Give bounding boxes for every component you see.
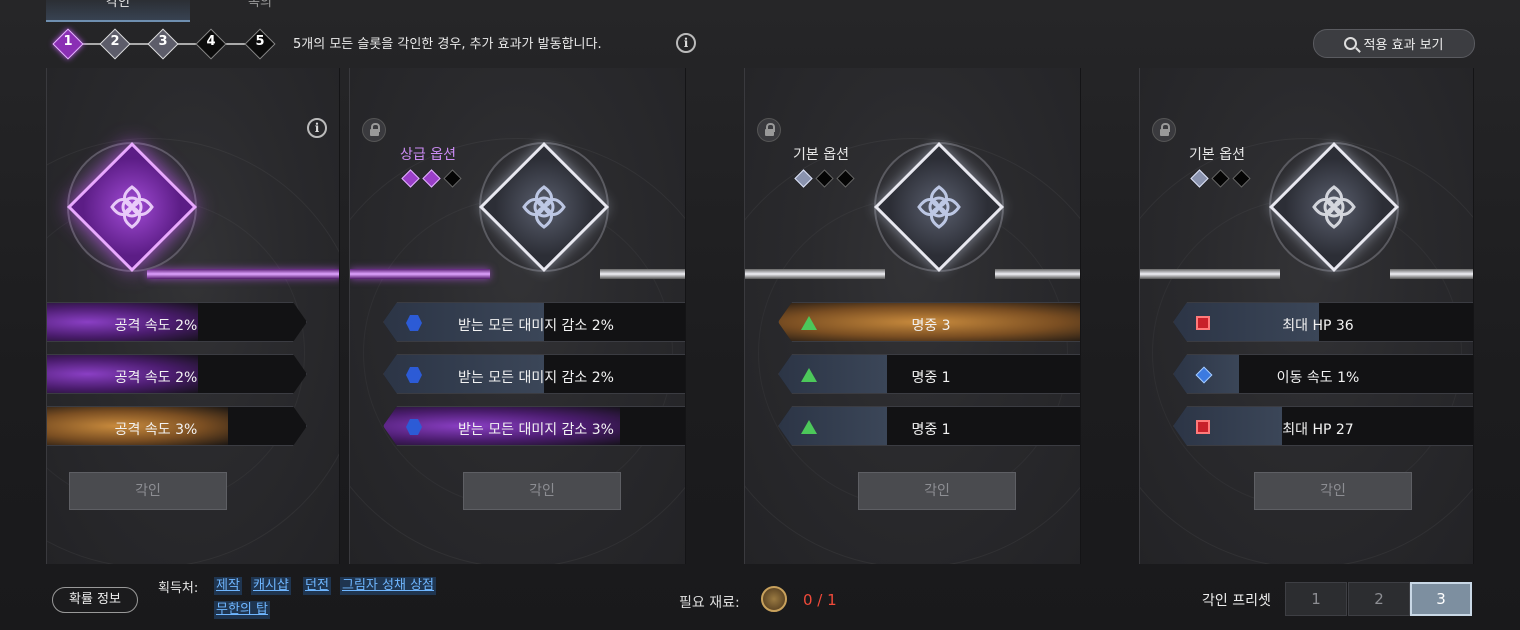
- grade-gems: [794, 169, 855, 188]
- preset-button-3[interactable]: 3: [1410, 582, 1472, 616]
- search-icon: [1344, 37, 1358, 50]
- engrave-slot-panel-1: i 공격 속도 2% 공격 속도 2% 공격 속도 3% 각인: [46, 68, 340, 564]
- option-row-3: 받는 모든 대미지 감소 3%: [383, 406, 686, 446]
- option-row-3: 최대 HP 27: [1173, 406, 1474, 446]
- option-text: 받는 모든 대미지 감소 3%: [458, 422, 614, 438]
- lock-icon[interactable]: [757, 118, 781, 142]
- required-materials-label: 필요 재료:: [679, 595, 740, 611]
- option-grade-label: 기본 옵션: [1189, 147, 1245, 163]
- option-row-1: 명중 3: [778, 302, 1081, 342]
- slot-info-icon[interactable]: i: [307, 118, 327, 138]
- option-row-2: 받는 모든 대미지 감소 2%: [383, 354, 686, 394]
- step-1-number: 1: [63, 34, 73, 49]
- option-text: 이동 속도 1%: [1276, 370, 1360, 386]
- engrave-button[interactable]: 각인: [463, 472, 621, 510]
- engraving-window: 각인 속의 1 2 3 4 5 5개의 모든 슬롯을 각인한 경우, 추가 효과…: [0, 0, 1520, 630]
- engrave-button[interactable]: 각인: [69, 472, 227, 510]
- celtic-knot-icon: [522, 185, 566, 229]
- celtic-knot-icon: [110, 185, 154, 229]
- option-grade-label: 상급 옵션: [400, 147, 456, 163]
- option-row-3: 명중 1: [778, 406, 1081, 446]
- grade-gems: [401, 169, 462, 188]
- grade-gems: [1190, 169, 1251, 188]
- lock-icon[interactable]: [1152, 118, 1176, 142]
- engrave-slot-panel-4: 기본 옵션 최대 HP 36 이동 속도 1% 최대 HP 27 각인: [1139, 68, 1474, 564]
- option-row-2: 이동 속도 1%: [1173, 354, 1474, 394]
- option-row-1: 받는 모든 대미지 감소 2%: [383, 302, 686, 342]
- option-text: 공격 속도 2%: [114, 318, 198, 334]
- option-grade-label: 기본 옵션: [793, 147, 849, 163]
- option-text: 명중 3: [911, 318, 951, 334]
- preset-button-1[interactable]: 1: [1285, 582, 1347, 616]
- option-text: 명중 1: [911, 422, 951, 438]
- option-text: 받는 모든 대미지 감소 2%: [458, 370, 614, 386]
- step-4-number: 4: [206, 34, 216, 49]
- engrave-button[interactable]: 각인: [1254, 472, 1412, 510]
- set-bonus-notice: 5개의 모든 슬롯을 각인한 경우, 추가 효과가 발동합니다.: [293, 37, 602, 52]
- option-text: 최대 HP 27: [1282, 422, 1354, 438]
- source-link-crafting[interactable]: 제작: [214, 577, 242, 595]
- engrave-slot-panel-3: i 기본 옵션 명중 3: [744, 68, 1081, 564]
- step-3-number: 3: [158, 34, 168, 49]
- option-text: 공격 속도 2%: [114, 370, 198, 386]
- preset-button-2[interactable]: 2: [1348, 582, 1410, 616]
- tab-engraving[interactable]: 각인: [46, 0, 190, 22]
- tab-attribute[interactable]: 속의: [200, 0, 320, 22]
- option-row-2: 명중 1: [778, 354, 1081, 394]
- slot-step-indicator: 1 2 3 4 5: [52, 28, 292, 60]
- option-text: 공격 속도 3%: [114, 422, 198, 438]
- source-link-shadow-fortress-shop[interactable]: 그림자 성채 상점: [340, 577, 436, 595]
- option-text: 명중 1: [911, 370, 951, 386]
- engrave-button[interactable]: 각인: [858, 472, 1016, 510]
- preset-label: 각인 프리셋: [1202, 593, 1271, 609]
- option-text: 받는 모든 대미지 감소 2%: [458, 318, 614, 334]
- view-effects-label: 적용 효과 보기: [1363, 38, 1444, 53]
- step-2-number: 2: [110, 34, 120, 49]
- option-row-1: 최대 HP 36: [1173, 302, 1474, 342]
- probability-info-button[interactable]: 확률 정보: [52, 587, 138, 613]
- engrave-slot-panel-2: i 상급 옵션 받는 모든 대미지 감소 2%: [349, 68, 686, 564]
- option-row-3: 공격 속도 3%: [46, 406, 307, 446]
- celtic-knot-icon: [917, 185, 961, 229]
- option-row-2: 공격 속도 2%: [46, 354, 307, 394]
- option-text: 최대 HP 36: [1282, 318, 1354, 334]
- celtic-knot-icon: [1312, 185, 1356, 229]
- info-icon[interactable]: i: [676, 33, 696, 53]
- required-materials-count: 0 / 1: [803, 591, 837, 609]
- source-label: 획득처:: [158, 581, 199, 596]
- lock-icon[interactable]: [362, 118, 386, 142]
- option-row-1: 공격 속도 2%: [46, 302, 307, 342]
- step-5-number: 5: [255, 34, 265, 49]
- engrave-stone-icon: [761, 586, 787, 612]
- source-link-infinite-tower[interactable]: 무한의 탑: [214, 601, 270, 619]
- source-link-cashshop[interactable]: 캐시샵: [251, 577, 291, 595]
- view-effects-button[interactable]: 적용 효과 보기: [1313, 29, 1475, 58]
- source-link-dungeon[interactable]: 던전: [303, 577, 331, 595]
